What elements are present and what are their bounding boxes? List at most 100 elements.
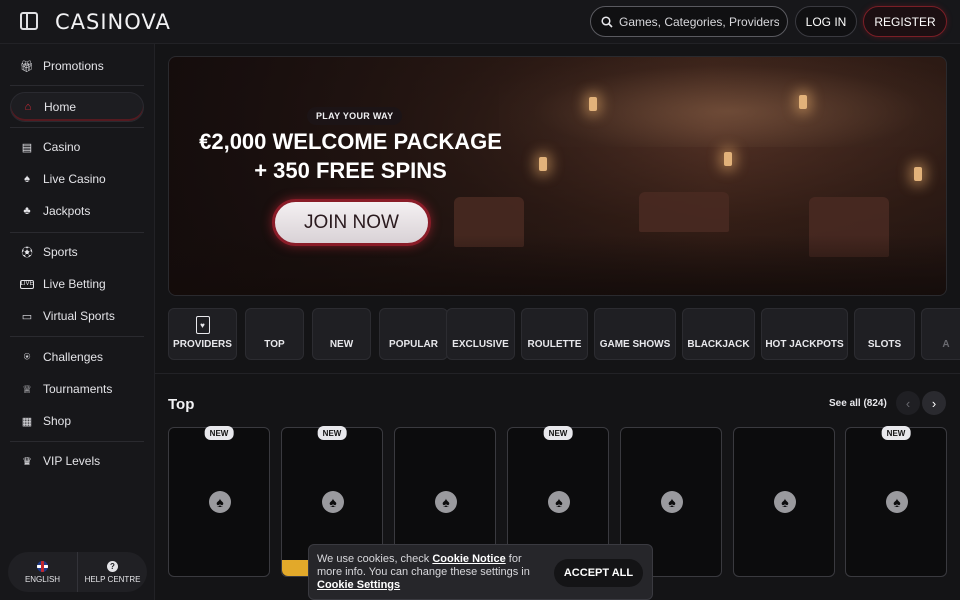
lamp-decoration (799, 95, 807, 109)
spade-placeholder-icon: ♠ (435, 491, 457, 513)
accept-all-button[interactable]: ACCEPT ALL (554, 559, 643, 587)
join-now-button[interactable]: JOIN NOW (272, 199, 431, 246)
chevron-right-icon: › (931, 395, 937, 411)
category-label: GAME SHOWS (599, 339, 671, 350)
sidebar-item-label: Home (44, 100, 77, 114)
sidebar-toggle-icon[interactable] (20, 12, 38, 30)
sidebar-item-label: Challenges (43, 350, 104, 364)
home-icon: ⌂ (24, 101, 32, 113)
category-label: PROVIDERS (173, 339, 232, 350)
sidebar-item-tournaments[interactable]: ♕ Tournaments (10, 374, 144, 404)
clover-icon: ♣ (23, 205, 31, 217)
divider (10, 85, 144, 86)
top-bar: CASINOVA LOG IN REGISTER (0, 0, 960, 44)
language-button[interactable]: ENGLISH (8, 552, 77, 592)
category-roulette[interactable]: ROULETTE (521, 308, 588, 360)
register-button[interactable]: REGISTER (863, 6, 947, 37)
live-icon: LIVE (20, 279, 34, 289)
help-centre-button[interactable]: ? HELP CENTRE (77, 552, 147, 592)
logo[interactable]: CASINOVA (55, 10, 171, 34)
lamp-decoration (914, 167, 922, 181)
new-badge: NEW (881, 426, 911, 440)
spade-placeholder-icon: ♠ (661, 491, 683, 513)
category-label: HOT JACKPOTS (765, 339, 844, 350)
category-game-shows[interactable]: GAME SHOWS (594, 308, 676, 360)
sidebar-item-sports[interactable]: ⚽︎ Sports (10, 237, 144, 267)
spade-placeholder-icon: ♠ (774, 491, 796, 513)
category-slots[interactable]: SLOTS (854, 308, 915, 360)
sofa-decoration (639, 192, 729, 232)
cookie-text-pre: We use cookies, check (317, 553, 433, 565)
carousel-next-button[interactable]: › (922, 391, 946, 415)
uk-flag-icon (37, 560, 48, 572)
sidebar-item-label: VIP Levels (43, 454, 101, 468)
game-tile[interactable]: NEW ♠ (845, 426, 947, 577)
sidebar-item-label: Live Casino (43, 172, 106, 186)
sidebar-item-casino[interactable]: ▤ Casino (10, 132, 144, 162)
help-icon: ? (107, 560, 118, 572)
spade-placeholder-icon: ♠ (209, 491, 231, 513)
game-tile[interactable]: NEW ♠ (168, 426, 270, 577)
section-divider (155, 373, 960, 374)
category-bar: ♥ PROVIDERS TOP NEW POPULAR EXCLUSIVE RO… (168, 308, 960, 362)
category-new[interactable]: NEW (312, 308, 371, 360)
monitor-icon: ▭ (21, 310, 33, 323)
lamp-decoration (724, 152, 732, 166)
sidebar-item-label: Tournaments (43, 382, 113, 396)
game-tile[interactable]: ♠ (733, 427, 835, 577)
spade-placeholder-icon: ♠ (886, 491, 908, 513)
category-label: TOP (264, 339, 285, 350)
sidebar-item-label: Virtual Sports (43, 309, 115, 323)
cookie-settings-link[interactable]: Cookie Settings (317, 579, 400, 591)
login-button[interactable]: LOG IN (795, 6, 857, 37)
category-top[interactable]: TOP (245, 308, 304, 360)
help-centre-label: HELP CENTRE (84, 574, 141, 584)
cookie-notice-link[interactable]: Cookie Notice (432, 553, 505, 565)
slot-machine-icon: ▤ (21, 141, 33, 154)
new-badge: NEW (204, 426, 234, 440)
hero-title-line2: + 350 FREE SPINS (254, 158, 447, 183)
hero-title: €2,000 WELCOME PACKAGE + 350 FREE SPINS (169, 127, 532, 185)
sidebar-item-promotions[interactable]: 🎁︎ Promotions (10, 51, 144, 81)
category-exclusive[interactable]: EXCLUSIVE (446, 308, 515, 360)
hero-title-line1: €2,000 WELCOME PACKAGE (199, 129, 502, 154)
crown-icon: ♛ (22, 455, 32, 468)
section-title: Top (168, 396, 195, 413)
shop-icon: ▦ (21, 415, 33, 428)
providers-icon: ♥ (195, 316, 210, 334)
category-label: EXCLUSIVE (452, 339, 509, 350)
category-more[interactable]: A (921, 308, 960, 360)
sidebar-item-live-casino[interactable]: ♠ Live Casino (10, 164, 144, 194)
category-label: POPULAR (389, 339, 438, 350)
sidebar-item-challenges[interactable]: ⍟ Challenges (10, 342, 144, 372)
sidebar-item-shop[interactable]: ▦ Shop (10, 406, 144, 436)
search-input[interactable] (619, 14, 779, 29)
hero-background-ceiling (499, 57, 946, 147)
sidebar-item-label: Shop (43, 414, 72, 428)
carousel-prev-button[interactable]: ‹ (896, 391, 920, 415)
category-hot-jackpots[interactable]: HOT JACKPOTS (761, 308, 848, 360)
hero-banner[interactable]: PLAY YOUR WAY €2,000 WELCOME PACKAGE + 3… (168, 56, 947, 296)
sidebar-item-live-betting[interactable]: LIVE Live Betting (10, 269, 144, 299)
hero-tag: PLAY YOUR WAY (307, 107, 403, 125)
cookie-text: We use cookies, check Cookie Notice for … (317, 553, 537, 592)
language-label: ENGLISH (24, 574, 61, 584)
search-icon (601, 15, 613, 28)
category-providers[interactable]: ♥ PROVIDERS (168, 308, 237, 360)
sidebar-item-vip-levels[interactable]: ♛ VIP Levels (10, 446, 144, 476)
category-popular[interactable]: POPULAR (379, 308, 448, 360)
sidebar-item-home[interactable]: ⌂ Home (10, 92, 144, 122)
category-blackjack[interactable]: BLACKJACK (682, 308, 755, 360)
sidebar-item-label: Jackpots (43, 204, 91, 218)
soccer-ball-icon: ⚽︎ (21, 247, 33, 259)
dealer-icon: ♠ (24, 173, 30, 185)
search-box[interactable] (590, 6, 788, 37)
sidebar-item-label: Casino (43, 140, 81, 154)
spade-placeholder-icon: ♠ (548, 491, 570, 513)
sidebar-item-label: Sports (43, 245, 78, 259)
sidebar-item-jackpots[interactable]: ♣ Jackpots (10, 196, 144, 226)
sidebar-item-virtual-sports[interactable]: ▭ Virtual Sports (10, 301, 144, 331)
divider (10, 441, 144, 442)
see-all-link[interactable]: See all (824) (829, 398, 887, 409)
category-label: A (942, 339, 950, 350)
